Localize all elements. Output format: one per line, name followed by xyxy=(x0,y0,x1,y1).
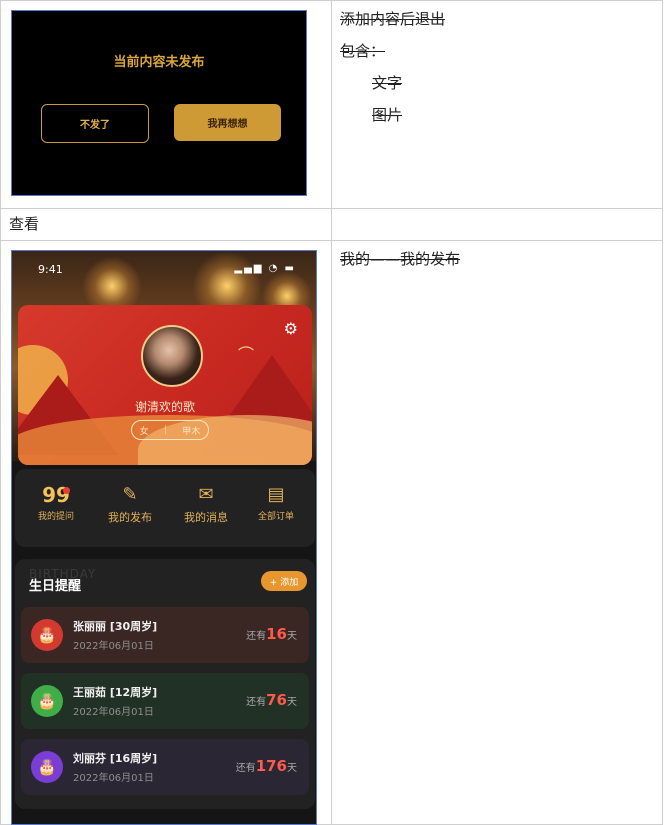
row1-notes-cell: 添加内容后退出 包含： 文字 图片 xyxy=(331,0,663,209)
signal-wifi-battery-icon: ▂▄▆ ◔ ▬ xyxy=(234,263,296,274)
days-left: 还有76天 xyxy=(246,691,297,709)
menu-my-publish[interactable]: ✎ 我的发布 xyxy=(95,483,165,525)
row3-notes-cell: 我的——我的发布 xyxy=(331,240,663,825)
gender-tag: 女 xyxy=(139,426,149,437)
birthday-title: 生日提醒 xyxy=(29,579,82,594)
row1-image-cell: 当前内容未发布 不发了 我再想想 xyxy=(0,0,332,209)
birthday-item[interactable]: 🎂 张丽丽 [30周岁] 2022年06月01日 还有16天 xyxy=(21,607,309,663)
note-contains: 包含： xyxy=(340,42,386,60)
view-label: 查看 xyxy=(9,215,40,233)
note-my-publish: 我的——我的发布 xyxy=(340,250,461,268)
avatar[interactable] xyxy=(141,325,203,387)
status-time: 9:41 xyxy=(38,263,63,276)
days-number: 16 xyxy=(266,625,287,643)
birthday-date: 2022年06月01日 xyxy=(73,707,154,718)
birthday-reminder-card: BIRTHDAY 生日提醒 + 添加 🎂 张丽丽 [30周岁] 2022年06月… xyxy=(15,559,315,809)
days-number: 176 xyxy=(255,757,287,775)
menu-my-messages[interactable]: ✉ 我的消息 xyxy=(171,483,241,525)
cake-icon: 🎂 xyxy=(31,751,63,783)
menu-label-publish: 我的发布 xyxy=(108,511,152,524)
menu-card: 99 我的提问 ✎ 我的发布 ✉ 我的消息 ▤ 全部订单 xyxy=(15,469,315,547)
nickname: 谢清欢的歌 xyxy=(134,400,195,414)
menu-my-questions[interactable]: 99 我的提问 xyxy=(21,483,91,522)
status-bar: 9:41 ▂▄▆ ◔ ▬ xyxy=(12,263,316,279)
row3-image-cell: 9:41 ▂▄▆ ◔ ▬ ⚙ ⌒ 谢清欢的歌 女 | 甲木 99 我的提问 ✎ … xyxy=(0,240,332,825)
days-left: 还有176天 xyxy=(235,757,297,775)
settings-gear-icon[interactable]: ⚙ xyxy=(284,319,298,338)
profile-card: ⚙ ⌒ 谢清欢的歌 女 | 甲木 xyxy=(18,305,312,465)
days-left: 还有16天 xyxy=(246,625,297,643)
profile-tags: 女 | 甲木 xyxy=(131,420,209,440)
unread-dot xyxy=(63,487,70,494)
cake-icon: 🎂 xyxy=(31,619,63,651)
note-exit-after-adding: 添加内容后退出 xyxy=(340,10,446,28)
row2-empty-cell xyxy=(331,208,663,241)
birthday-name: 张丽丽 [30周岁] xyxy=(73,620,158,633)
cake-icon: 🎂 xyxy=(31,685,63,717)
row2-label-cell: 查看 xyxy=(0,208,332,241)
crane-icon: ⌒ xyxy=(237,345,254,364)
element-tag: 甲木 xyxy=(182,426,201,437)
document-table: 当前内容未发布 不发了 我再想想 添加内容后退出 包含： 文字 图片 查看 9:… xyxy=(0,0,663,825)
days-number: 76 xyxy=(266,691,287,709)
pencil-icon: ✎ xyxy=(122,484,138,505)
birthday-item[interactable]: 🎂 王丽茹 [12周岁] 2022年06月01日 还有76天 xyxy=(21,673,309,729)
dont-publish-button[interactable]: 不发了 xyxy=(41,104,149,143)
dialog-title: 当前内容未发布 xyxy=(113,55,205,70)
note-item-image: 图片 xyxy=(372,106,403,124)
birthday-date: 2022年06月01日 xyxy=(73,641,154,652)
envelope-icon: ✉ xyxy=(198,484,214,505)
birthday-item[interactable]: 🎂 刘丽芬 [16周岁] 2022年06月01日 还有176天 xyxy=(21,739,309,795)
menu-label-messages: 我的消息 xyxy=(184,511,228,524)
birthday-date: 2022年06月01日 xyxy=(73,773,154,784)
note-item-text: 文字 xyxy=(372,74,403,92)
menu-label-orders: 全部订单 xyxy=(257,512,294,522)
add-birthday-button[interactable]: + 添加 xyxy=(261,571,307,591)
clipboard-icon: ▤ xyxy=(267,484,285,505)
think-again-button[interactable]: 我再想想 xyxy=(174,104,281,141)
menu-all-orders[interactable]: ▤ 全部订单 xyxy=(241,483,311,522)
birthday-name: 王丽茹 [12周岁] xyxy=(73,686,158,699)
my-page-phone-screenshot: 9:41 ▂▄▆ ◔ ▬ ⚙ ⌒ 谢清欢的歌 女 | 甲木 99 我的提问 ✎ … xyxy=(11,250,317,825)
unpublished-dialog-screenshot: 当前内容未发布 不发了 我再想想 xyxy=(11,10,307,196)
menu-label-questions: 我的提问 xyxy=(37,512,74,522)
birthday-name: 刘丽芬 [16周岁] xyxy=(73,752,158,765)
